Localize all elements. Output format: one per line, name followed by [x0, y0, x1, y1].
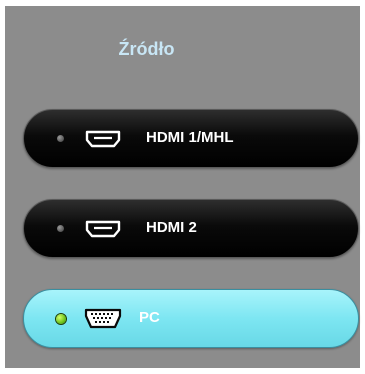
menu-title: Źródło — [118, 39, 175, 59]
status-led-icon — [57, 135, 64, 142]
source-label: HDMI 2 — [146, 219, 197, 236]
status-led-icon — [57, 225, 64, 232]
source-button-pc[interactable]: PC — [23, 289, 359, 348]
status-led-active-icon — [56, 314, 66, 324]
source-button-hdmi-2[interactable]: HDMI 2 — [23, 199, 359, 258]
hdmi-icon — [85, 130, 121, 148]
source-label: HDMI 1/MHL — [146, 129, 234, 146]
source-label: PC — [139, 309, 160, 326]
hdmi-icon — [85, 220, 121, 238]
source-menu-panel: Źródło HDMI 1/MHL HDMI 2 PC — [5, 6, 360, 368]
vga-icon — [84, 308, 122, 329]
source-button-hdmi-1-mhl[interactable]: HDMI 1/MHL — [23, 109, 359, 168]
